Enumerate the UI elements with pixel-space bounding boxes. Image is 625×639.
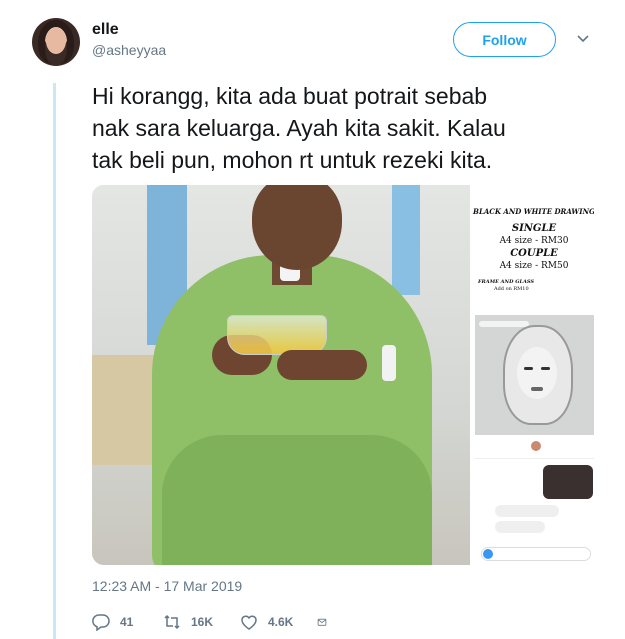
chevron-down-icon[interactable] [576,32,590,46]
couple-price: A4 size - RM50 [499,261,569,271]
photo-patient[interactable] [92,185,470,565]
chat-avatar [531,441,541,451]
chat-bubble [495,505,559,517]
like-icon [241,615,257,630]
chat-bubble [495,521,545,533]
photo-arm [277,350,367,380]
chat-screenshot [475,437,594,565]
reply-button[interactable]: 41 [92,613,148,631]
like-count: 4.6K [268,615,294,629]
thread-line [53,83,56,639]
story-header-bar [479,321,529,327]
tweet-timestamp[interactable]: 12:23 AM - 17 Mar 2019 [92,578,242,594]
tweet-actions: 41 16K 4.6K [92,612,337,632]
single-price: A4 size - RM30 [499,236,569,246]
photo-food-container [227,315,327,355]
chat-image [543,465,593,499]
sketch-eye [524,367,533,370]
tweet-media[interactable]: BLACK AND WHITE DRAWING SINGLE A4 size -… [92,185,594,565]
portrait-sketch [475,315,594,435]
photo-collage[interactable]: BLACK AND WHITE DRAWING SINGLE A4 size -… [470,185,594,565]
frame-price: Add on RM10 [494,286,529,292]
direct-message-icon [317,618,327,626]
retweet-button[interactable]: 16K [163,613,240,631]
retweet-icon [164,614,180,630]
display-name[interactable]: elle [92,21,119,39]
retweet-count: 16K [191,615,214,629]
photo-curtain-right [392,185,420,295]
sketch-eye [541,367,550,370]
direct-message-button[interactable] [317,613,337,631]
photo-wristband [382,345,396,381]
price-heading: BLACK AND WHITE DRAWING [473,207,594,216]
tweet-text: Hi korangg, kita ada buat potrait sebab … [92,83,506,173]
reply-count: 41 [120,615,134,629]
like-button[interactable]: 4.6K [240,613,317,631]
reply-icon [92,614,110,631]
user-handle[interactable]: @asheyyaa [92,42,166,58]
follow-button[interactable]: Follow [453,22,556,57]
single-label: SINGLE [511,223,557,234]
price-card: BLACK AND WHITE DRAWING SINGLE A4 size -… [472,185,594,310]
sketch-face [517,347,557,399]
sketch-lips [531,387,543,391]
chat-input [481,547,591,561]
photo-legs [162,435,432,565]
camera-icon [483,549,493,559]
couple-label: COUPLE [510,248,558,259]
frame-label: FRAME AND GLASS [478,279,534,285]
avatar[interactable] [32,18,80,66]
avatar-face [46,28,66,54]
